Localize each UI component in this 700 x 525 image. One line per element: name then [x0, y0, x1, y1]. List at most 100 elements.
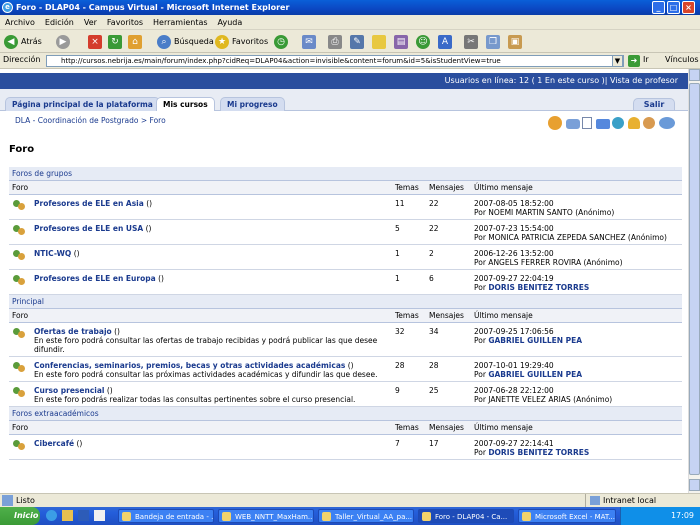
- forum-link[interactable]: NTIC-WQ: [34, 249, 71, 258]
- last-message-cell: 2007-09-27 22:14:41 Por DORIS BENITEZ TOR…: [471, 434, 682, 460]
- desktop-quicklaunch-icon[interactable]: [94, 510, 105, 521]
- scroll-up-icon[interactable]: [689, 69, 700, 81]
- author-link[interactable]: GABRIEL GUILLEN PEA: [488, 370, 582, 379]
- links-button[interactable]: Vínculos: [665, 55, 699, 64]
- ie-quicklaunch-icon[interactable]: [46, 510, 57, 521]
- forum-link[interactable]: Profesores de ELE en Asia: [34, 199, 144, 208]
- forum-entry: Cibercafé (): [12, 437, 389, 454]
- forum-count: (): [347, 361, 354, 370]
- author-prefix: Por: [474, 283, 489, 292]
- address-input[interactable]: http://cursos.nebrija.es/main/forum/inde…: [46, 55, 624, 67]
- close-button[interactable]: ×: [682, 1, 695, 14]
- tab-my-courses[interactable]: Mis cursos: [156, 97, 215, 111]
- column-header-mensajes: Mensajes: [426, 420, 471, 435]
- status-divider: [585, 494, 586, 507]
- menu-edicion[interactable]: Edición: [40, 15, 79, 30]
- favorites-button[interactable]: ★ Favoritos: [215, 33, 268, 50]
- minimize-button[interactable]: _: [652, 1, 665, 14]
- forum-row: Curso presencial () En este foro podrás r…: [9, 381, 682, 407]
- bell-icon[interactable]: [628, 117, 640, 129]
- toolbar: ◀ Atrás ▶ × ↻ ⌂ ⌕ Búsqueda ★ Favoritos ◷ ✉ …: [0, 30, 700, 53]
- page-title: Foro: [9, 144, 35, 155]
- refresh-button[interactable]: ↻: [108, 33, 125, 50]
- start-button[interactable]: Inicio: [0, 507, 40, 525]
- breadcrumb[interactable]: DLA - Coordinación de Postgrado > Foro: [15, 116, 166, 125]
- forward-button[interactable]: ▶: [56, 33, 73, 50]
- address-dropdown-icon[interactable]: ▼: [612, 55, 623, 67]
- back-button[interactable]: ◀ Atrás: [4, 33, 42, 50]
- task-excel[interactable]: Microsoft Excel - MAT...: [518, 509, 616, 523]
- menu-ver[interactable]: Ver: [79, 15, 102, 30]
- author-prefix: Por NOEMI MARTIN SANTO (Anónimo): [474, 208, 615, 217]
- ie-icon: e: [2, 2, 13, 13]
- messenger-button[interactable]: ☺: [416, 33, 433, 50]
- author-link[interactable]: DORIS BENITEZ TORRES: [488, 283, 589, 292]
- section-header: Principal: [9, 294, 682, 309]
- globe-icon[interactable]: [612, 117, 624, 129]
- course-home-icon[interactable]: [548, 116, 562, 130]
- note-icon: [372, 34, 386, 49]
- menu-favoritos[interactable]: Favoritos: [102, 15, 148, 30]
- author-link[interactable]: GABRIEL GUILLEN PEA: [488, 336, 582, 345]
- font-button[interactable]: A: [438, 33, 455, 50]
- maximize-button[interactable]: □: [667, 1, 680, 14]
- document-icon[interactable]: [582, 117, 592, 129]
- user-icon[interactable]: [643, 117, 655, 129]
- forum-link[interactable]: Profesores de ELE en Europa: [34, 274, 156, 283]
- paste-button[interactable]: ▣: [508, 33, 525, 50]
- topics-count: 1: [392, 269, 426, 295]
- section-title: Foros extraacadémicos: [9, 406, 682, 421]
- forum-description: En este foro podrás realizar todas las c…: [34, 395, 356, 404]
- task-foro[interactable]: Foro - DLAP04 - Ca...: [418, 509, 514, 523]
- online-users-bar: Usuarios en línea: 12 ( 1 En este curso …: [0, 73, 688, 89]
- research-button[interactable]: ▤: [394, 33, 411, 50]
- forum-entry: Ofertas de trabajo () En este foro podrá …: [12, 325, 389, 354]
- forum-description: En este foro podrá consultar las ofertas…: [34, 336, 378, 354]
- messages-count: 22: [426, 219, 471, 245]
- monitor-icon[interactable]: [596, 119, 610, 129]
- search-button[interactable]: ⌕ Búsqueda: [157, 33, 214, 50]
- logout-button[interactable]: Salir: [633, 98, 675, 111]
- tab-my-progress[interactable]: Mi progreso: [220, 97, 285, 111]
- task-web-nntt[interactable]: WEB_NNTT_MaxHam...: [218, 509, 314, 523]
- author-link[interactable]: DORIS BENITEZ TORRES: [488, 448, 589, 457]
- forum-count: (): [73, 249, 80, 258]
- vertical-scrollbar[interactable]: [688, 69, 700, 493]
- forum-row: Conferencias, seminarios, premios, becas…: [9, 356, 682, 382]
- history-button[interactable]: ◷: [274, 33, 291, 50]
- forum-users-icon: [12, 386, 26, 398]
- task-inbox[interactable]: Bandeja de entrada - ...: [118, 509, 214, 523]
- edit-button[interactable]: ✎: [350, 33, 367, 50]
- users-icon[interactable]: [659, 117, 675, 129]
- word-quicklaunch-icon[interactable]: [78, 510, 89, 521]
- scroll-thumb[interactable]: [689, 83, 700, 475]
- forum-count: (): [114, 327, 120, 336]
- cut-button[interactable]: ✂: [464, 33, 481, 50]
- forum-row: Profesores de ELE en Europa () 1 6 2007-09-…: [9, 269, 682, 295]
- disk-icon[interactable]: [566, 119, 580, 129]
- mail-button[interactable]: ✉: [302, 33, 319, 50]
- go-button[interactable]: Ir: [643, 55, 649, 64]
- last-message-author: Por MONICA PATRICIA ZEPEDA SANCHEZ (Anón…: [474, 233, 679, 242]
- forum-link[interactable]: Ofertas de trabajo: [34, 327, 112, 336]
- menu-ayuda[interactable]: Ayuda: [213, 15, 248, 30]
- main-tabs: Página principal de la plataforma Mis cu…: [0, 89, 688, 111]
- go-arrow-icon[interactable]: ➜: [628, 55, 640, 67]
- copy-button[interactable]: ❐: [486, 33, 503, 50]
- forum-text: Profesores de ELE en Asia (): [34, 197, 152, 214]
- stop-button[interactable]: ×: [88, 33, 105, 50]
- tab-home[interactable]: Página principal de la plataforma: [5, 97, 160, 111]
- forum-link[interactable]: Conferencias, seminarios, premios, becas…: [34, 361, 345, 370]
- mail-icon: ✉: [302, 34, 316, 49]
- menu-archivo[interactable]: Archivo: [0, 15, 40, 30]
- discuss-button[interactable]: [372, 33, 389, 50]
- scroll-down-icon[interactable]: [689, 479, 700, 491]
- menu-herramientas[interactable]: Herramientas: [148, 15, 213, 30]
- print-button[interactable]: ⎙: [328, 33, 345, 50]
- task-taller-virtual[interactable]: Taller_Virtual_AA_pa...: [318, 509, 414, 523]
- home-button[interactable]: ⌂: [128, 33, 145, 50]
- folder-quicklaunch-icon[interactable]: [62, 510, 73, 521]
- forum-link[interactable]: Curso presencial: [34, 386, 104, 395]
- forum-link[interactable]: Cibercafé: [34, 439, 74, 448]
- forum-link[interactable]: Profesores de ELE en USA: [34, 224, 143, 233]
